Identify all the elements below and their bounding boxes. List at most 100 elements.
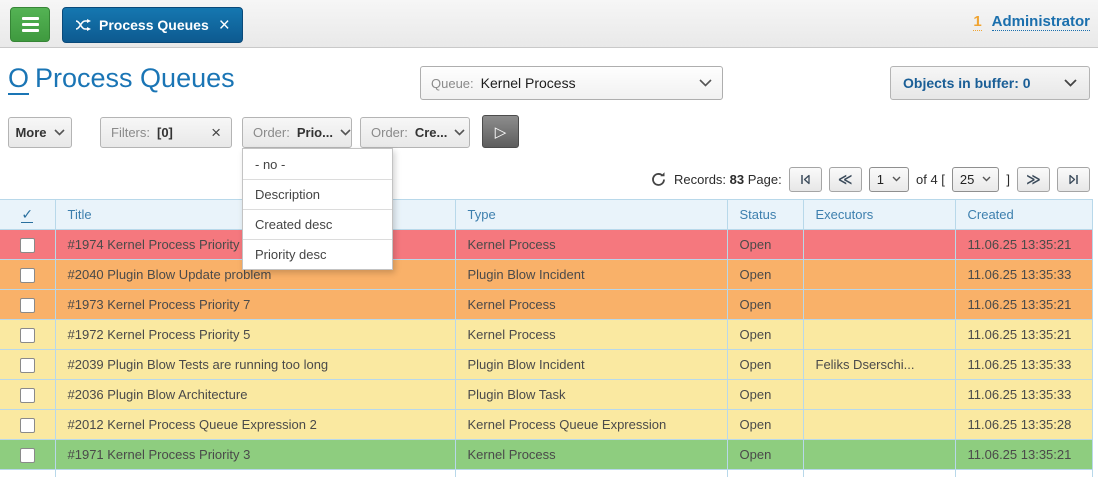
tab-close-icon[interactable]: × [219, 16, 230, 35]
cell-status: Open [727, 380, 803, 410]
row-checkbox[interactable] [20, 298, 35, 313]
table-row[interactable]: #2036 Plugin Blow Architecture Plugin Bl… [0, 380, 1092, 410]
cell-type: Plugin Blow Task [455, 380, 727, 410]
cell-executors [803, 230, 955, 260]
cell-executors [803, 320, 955, 350]
user-menu[interactable]: Administrator [992, 13, 1090, 31]
cell-status: Open [727, 260, 803, 290]
cell-created: 11.06.25 13:35:21 [955, 320, 1092, 350]
first-page-button[interactable] [789, 167, 822, 192]
refresh-icon[interactable] [650, 171, 667, 188]
page-number-select[interactable]: 1 [869, 167, 909, 192]
select-all-checkmark[interactable]: ✓ [21, 206, 33, 223]
filters-control[interactable]: Filters: [0] × [100, 117, 232, 148]
table-header-row: ✓ Title Type Status Executors Created [0, 200, 1092, 230]
table-row[interactable]: #1973 Kernel Process Priority 7 Kernel P… [0, 290, 1092, 320]
records-label: Records: [674, 172, 726, 187]
order-dropdown-item[interactable]: Description [243, 179, 392, 209]
play-icon: ▷ [495, 123, 507, 141]
clear-filters-icon[interactable]: × [211, 124, 221, 141]
process-queue-table: ✓ Title Type Status Executors Created #1… [0, 199, 1098, 477]
cell-title [55, 470, 455, 477]
cell-status: Open [727, 320, 803, 350]
objects-in-buffer-label: Objects in buffer: 0 [903, 75, 1064, 91]
object-type-letter-link[interactable]: O [8, 63, 29, 95]
row-checkbox[interactable] [20, 268, 35, 283]
row-checkbox[interactable] [20, 388, 35, 403]
order-select-1[interactable]: Order: Prio... [242, 117, 352, 148]
cell-status: Open [727, 440, 803, 470]
cell-executors: Feliks Dserschi... [803, 350, 955, 380]
cell-title: #1971 Kernel Process Priority 3 [55, 440, 455, 470]
cell-created: 11.06.25 13:35:28 [955, 410, 1092, 440]
top-bar: Process Queues × 1 Administrator [0, 0, 1098, 48]
table-row[interactable]: #2012 Kernel Process Queue Expression 2 … [0, 410, 1092, 440]
row-checkbox[interactable] [20, 328, 35, 343]
table-row[interactable]: #1971 Kernel Process Priority 3 Kernel P… [0, 440, 1092, 470]
queue-select[interactable]: Queue: Kernel Process [420, 66, 723, 100]
chevron-down-icon [1064, 79, 1077, 87]
prev-page-button[interactable]: ≪ [829, 167, 862, 192]
tab-process-queues[interactable]: Process Queues × [62, 7, 243, 43]
run-button[interactable]: ▷ [482, 115, 519, 148]
hamburger-icon [22, 17, 39, 20]
more-button-label: More [15, 125, 46, 140]
chevron-down-icon [454, 129, 465, 136]
cell-type: Kernel Process [455, 320, 727, 350]
next-page-button[interactable]: ≫ [1017, 167, 1050, 192]
row-checkbox[interactable] [20, 358, 35, 373]
order-dropdown-item[interactable]: Created desc [243, 209, 392, 239]
bracket-close-text: ] [1006, 172, 1010, 187]
cell-status: Open [727, 410, 803, 440]
page-size-value: 25 [960, 172, 974, 187]
row-checkbox[interactable] [20, 418, 35, 433]
column-header-executors[interactable]: Executors [803, 200, 955, 230]
order-select-2[interactable]: Order: Cre... [360, 117, 470, 148]
cell-title: #1973 Kernel Process Priority 7 [55, 290, 455, 320]
queue-select-value: Kernel Process [481, 75, 692, 91]
cell-type: Kernel Process [455, 230, 727, 260]
cell-status: Open [727, 350, 803, 380]
records-count: 83 [730, 172, 744, 187]
records-bar: Records: 83 Page: ≪ 1 of 4 [ 25 ] ≫ [650, 164, 1090, 194]
tab-label: Process Queues [99, 17, 209, 33]
queue-table-body: #1974 Kernel Process Priority Kernel Pro… [0, 230, 1092, 477]
row-checkbox[interactable] [20, 448, 35, 463]
cell-created: 11.06.25 13:35:33 [955, 350, 1092, 380]
page-label: Page: [748, 172, 782, 187]
cell-created [955, 470, 1092, 477]
notification-count[interactable]: 1 [973, 13, 981, 31]
column-header-created[interactable]: Created [955, 200, 1092, 230]
queue-select-label: Queue: [431, 76, 474, 91]
chevron-down-icon [54, 129, 65, 136]
hamburger-menu-button[interactable] [10, 7, 50, 42]
cell-title: #1972 Kernel Process Priority 5 [55, 320, 455, 350]
cell-executors [803, 470, 955, 477]
more-button[interactable]: More [8, 117, 72, 148]
table-row[interactable]: #1972 Kernel Process Priority 5 Kernel P… [0, 320, 1092, 350]
cell-created: 11.06.25 13:35:33 [955, 260, 1092, 290]
row-checkbox[interactable] [20, 238, 35, 253]
table-row[interactable]: #2039 Plugin Blow Tests are running too … [0, 350, 1092, 380]
objects-in-buffer-button[interactable]: Objects in buffer: 0 [890, 66, 1090, 100]
cell-executors [803, 410, 955, 440]
table-row[interactable]: #2040 Plugin Blow Update problem Plugin … [0, 260, 1092, 290]
cell-title: #2039 Plugin Blow Tests are running too … [55, 350, 455, 380]
order1-value: Prio... [297, 125, 333, 140]
column-header-type[interactable]: Type [455, 200, 727, 230]
last-page-button[interactable] [1057, 167, 1090, 192]
order-dropdown-item[interactable]: Priority desc [243, 239, 392, 269]
cell-created: 11.06.25 13:35:21 [955, 440, 1092, 470]
cell-status [727, 470, 803, 477]
column-header-status[interactable]: Status [727, 200, 803, 230]
filters-value: [0] [157, 125, 173, 140]
cell-title: #2036 Plugin Blow Architecture [55, 380, 455, 410]
table-row[interactable]: #1974 Kernel Process Priority Kernel Pro… [0, 230, 1092, 260]
cell-type: Kernel Process [455, 440, 727, 470]
table-row[interactable] [0, 470, 1092, 477]
cell-title: #2012 Kernel Process Queue Expression 2 [55, 410, 455, 440]
page-size-select[interactable]: 25 [952, 167, 999, 192]
order-dropdown-item[interactable]: - no - [243, 149, 392, 179]
shuffle-icon [75, 19, 91, 31]
chevron-down-icon [699, 79, 712, 87]
